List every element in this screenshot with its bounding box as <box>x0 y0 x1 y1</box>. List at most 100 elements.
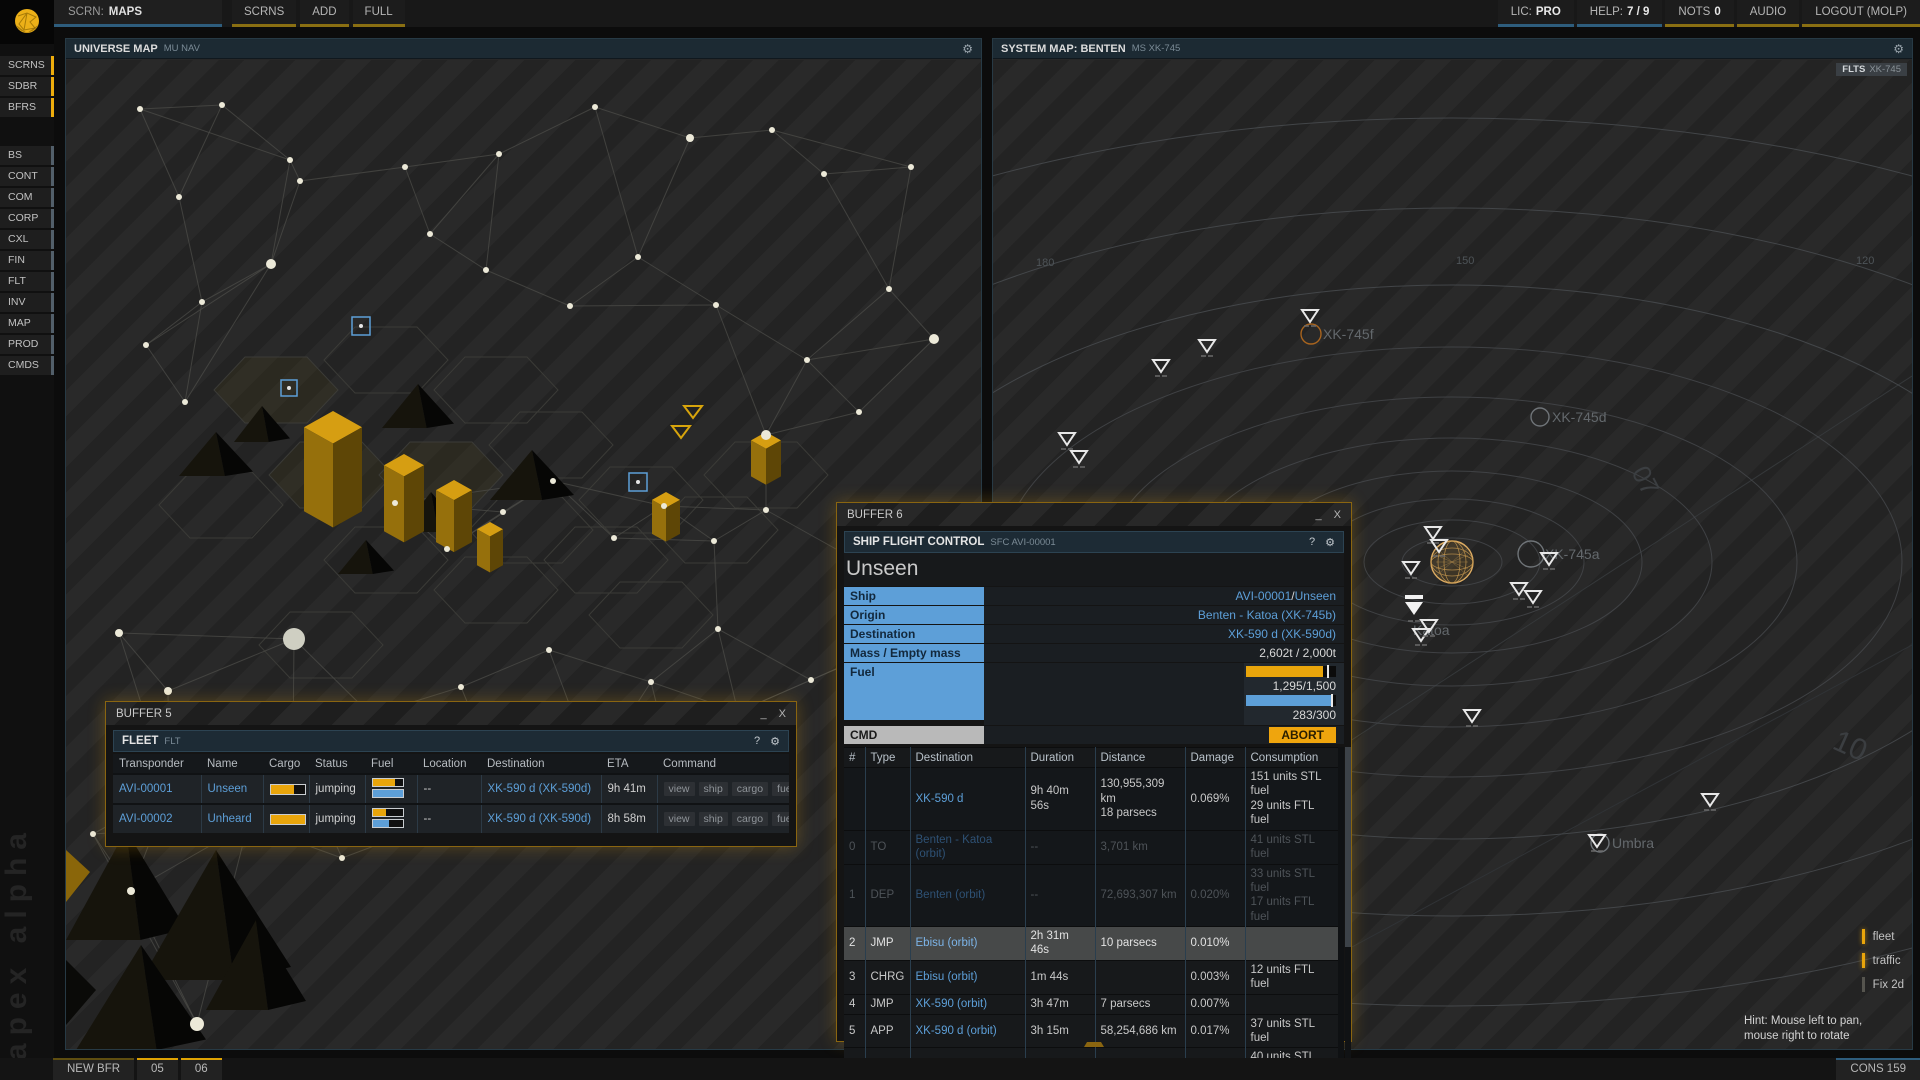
sidebar-item-cmds[interactable]: CMDS <box>0 356 54 375</box>
view-button[interactable]: view <box>664 782 695 796</box>
legend-toggle-fix-2d[interactable]: Fix 2d <box>1862 977 1904 992</box>
top-status-lic-[interactable]: LIC:PRO <box>1498 0 1574 27</box>
transponder-link[interactable]: AVI-00001 <box>119 783 173 795</box>
ship-marker[interactable] <box>1199 340 1215 356</box>
ship-button[interactable]: ship <box>699 782 728 796</box>
flight-plan-row[interactable]: 1DEPBenten (orbit)--72,693,307 km0.020%3… <box>844 864 1338 927</box>
help-icon[interactable]: ? <box>754 735 760 748</box>
top-tab-scrns[interactable]: SCRNS <box>232 0 296 27</box>
top-status-nots[interactable]: NOTS0 <box>1665 0 1733 27</box>
fleet-marker[interactable] <box>672 426 690 438</box>
destination-link[interactable]: XK-590 (orbit) <box>916 998 988 1010</box>
buffer5-titlebar[interactable]: BUFFER 5 _ X <box>106 702 796 725</box>
cargo-button[interactable]: cargo <box>732 812 768 826</box>
field-value-part[interactable]: Benten - Katoa (XK-745b) <box>1198 608 1336 622</box>
cell-type: APP <box>865 1014 910 1048</box>
legend-toggle-fleet[interactable]: fleet <box>1862 929 1904 944</box>
destination-link[interactable]: Benten (orbit) <box>916 889 986 901</box>
sidebar-item-flt[interactable]: FLT <box>0 272 54 291</box>
sidebar-item-corp[interactable]: CORP <box>0 209 54 228</box>
flight-plan-row[interactable]: 3CHRGEbisu (orbit)1m 44s0.003%12 units F… <box>844 960 1338 994</box>
buffer-tab-06[interactable]: 06 <box>181 1058 222 1080</box>
resize-handle[interactable] <box>1084 1042 1104 1047</box>
destination-link[interactable]: Ebisu (orbit) <box>916 937 978 949</box>
cargo-button[interactable]: cargo <box>732 782 768 796</box>
sidebar-item-com[interactable]: COM <box>0 188 54 207</box>
legend-toggle-traffic[interactable]: traffic <box>1862 953 1904 968</box>
close-icon[interactable]: X <box>779 708 786 720</box>
ship-selection-square[interactable] <box>352 317 370 335</box>
destination-link[interactable]: XK-590 d (orbit) <box>916 1025 997 1037</box>
sidebar-item-inv[interactable]: INV <box>0 293 54 312</box>
ship-marker[interactable] <box>1153 360 1169 376</box>
gear-icon[interactable]: ⚙ <box>1893 42 1904 56</box>
top-tab-add[interactable]: ADD <box>300 0 348 27</box>
gear-icon[interactable]: ⚙ <box>1325 536 1335 549</box>
sidebar-item-bs[interactable]: BS <box>0 146 54 165</box>
sidebar-item-cont[interactable]: CONT <box>0 167 54 186</box>
field-value-part[interactable]: XK-590 d (XK-590d) <box>1228 627 1336 641</box>
apex-logo[interactable] <box>0 0 54 44</box>
fuel-button[interactable]: fuel <box>772 812 789 826</box>
planet-xk-745a[interactable]: XK-745a <box>1518 541 1600 567</box>
gear-icon[interactable]: ⚙ <box>962 42 973 56</box>
planet-xk-745f[interactable]: XK-745f <box>1301 324 1374 344</box>
sidebar-item-map[interactable]: MAP <box>0 314 54 333</box>
scrollbar[interactable] <box>1345 747 1351 1080</box>
flight-plan-row[interactable]: 0TOBenten - Katoa (orbit)--3,701 km41 un… <box>844 830 1338 864</box>
fleets-tag[interactable]: FLTSXK-745 <box>1836 63 1907 76</box>
transponder-link[interactable]: AVI-00002 <box>119 813 173 825</box>
sidebar-item-scrns[interactable]: SCRNS <box>0 56 54 75</box>
ship-name-link[interactable]: Unseen <box>208 783 248 795</box>
ship-marker[interactable] <box>1464 710 1480 726</box>
planet-xk-745d[interactable]: XK-745d <box>1531 408 1606 426</box>
top-status-audio[interactable]: AUDIO <box>1737 0 1799 27</box>
ship-marker[interactable] <box>1403 562 1419 578</box>
close-icon[interactable]: X <box>1334 509 1341 521</box>
ship-marker-selected[interactable] <box>1405 595 1423 621</box>
top-tab-full[interactable]: FULL <box>353 0 405 27</box>
field-value-part[interactable]: Unseen <box>1295 589 1336 603</box>
ship-button[interactable]: ship <box>699 812 728 826</box>
scrollbar-thumb[interactable] <box>1345 747 1351 947</box>
ship-marker[interactable] <box>1525 591 1541 607</box>
gear-icon[interactable]: ⚙ <box>770 735 780 748</box>
ship-marker[interactable] <box>1702 794 1718 810</box>
fleet-marker[interactable] <box>684 406 702 418</box>
status-value: PRO <box>1536 6 1561 18</box>
sidebar-item-cxl[interactable]: CXL <box>0 230 54 249</box>
sidebar-item-bfrs[interactable]: BFRS <box>0 98 54 117</box>
sidebar-item-sdbr[interactable]: SDBR <box>0 77 54 96</box>
screen-indicator[interactable]: SCRN: MAPS <box>54 0 222 27</box>
minimize-icon[interactable]: _ <box>761 708 767 720</box>
minimize-icon[interactable]: _ <box>1316 509 1322 521</box>
buffer-tab-new-bfr[interactable]: NEW BFR <box>53 1058 134 1080</box>
legend-indicator <box>1862 929 1865 944</box>
ship-name-link[interactable]: Unheard <box>208 813 252 825</box>
abort-button[interactable]: ABORT <box>1269 727 1336 743</box>
star-benten[interactable] <box>1431 541 1473 583</box>
ship-marker[interactable] <box>1302 310 1318 326</box>
destination-link[interactable]: Benten - Katoa (orbit) <box>916 834 993 860</box>
destination-link[interactable]: XK-590 d (XK-590d) <box>488 813 592 825</box>
buffer6-titlebar[interactable]: BUFFER 6 _ X <box>837 503 1351 526</box>
view-button[interactable]: view <box>664 812 695 826</box>
help-icon[interactable]: ? <box>1309 536 1315 549</box>
console-button[interactable]: CONS 159 <box>1836 1058 1920 1080</box>
top-status-help-[interactable]: HELP:7 / 9 <box>1577 0 1663 27</box>
destination-link[interactable]: XK-590 d (XK-590d) <box>488 783 592 795</box>
top-bar-spacer <box>409 0 1495 27</box>
fuel-button[interactable]: fuel <box>772 782 789 796</box>
ship-marker[interactable] <box>1071 451 1087 467</box>
flight-plan-row[interactable]: 4JMPXK-590 (orbit)3h 47m7 parsecs0.007% <box>844 994 1338 1014</box>
sidebar-item-fin[interactable]: FIN <box>0 251 54 270</box>
field-value-part[interactable]: AVI-00001 <box>1235 589 1291 603</box>
destination-link[interactable]: Ebisu (orbit) <box>916 971 978 983</box>
top-status-logout-molp-[interactable]: LOGOUT (MOLP) <box>1802 0 1920 27</box>
buffer-tab-05[interactable]: 05 <box>137 1058 178 1080</box>
sidebar-item-prod[interactable]: PROD <box>0 335 54 354</box>
ship-selection-square[interactable] <box>629 473 647 491</box>
destination-link[interactable]: XK-590 d <box>916 793 964 805</box>
flight-plan-row[interactable]: 2JMPEbisu (orbit)2h 31m 46s10 parsecs0.0… <box>844 927 1338 961</box>
buffer6-title: BUFFER 6 <box>847 509 903 521</box>
